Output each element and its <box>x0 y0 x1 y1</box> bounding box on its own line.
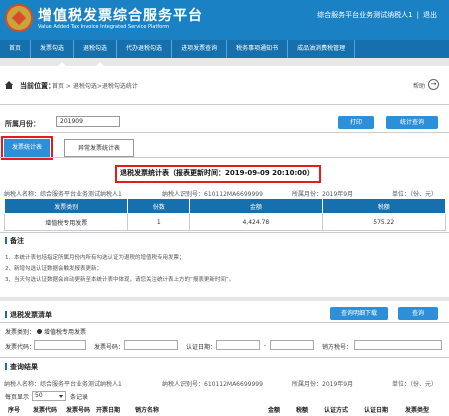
invoice-type-label: 发票类别： <box>5 329 36 336</box>
user-area: 综合服务平台业务测试纳税人1 | 退出 <box>317 11 437 19</box>
section-separator <box>0 297 449 301</box>
notes-title: 备注 <box>5 236 24 246</box>
period: 所属月份：2019年9月 <box>292 191 354 198</box>
seller-tax-label: 销方税号： <box>322 344 353 351</box>
col-header: 税额 <box>321 198 446 214</box>
month-label: 所属月份： <box>5 120 40 128</box>
month-input[interactable]: 201909 <box>56 116 120 127</box>
main-nav: 首页 发票勾选 退税勾选 代办退税勾选 进项发票查询 税务事项通知书 成品油消费… <box>0 40 449 58</box>
invoice-number-input[interactable] <box>124 340 178 350</box>
invoice-type-row: 发票类别： 增值税专用发票 <box>5 327 86 336</box>
nav-input-invoice-query[interactable]: 进项发票查询 <box>172 40 228 58</box>
divider <box>0 104 449 105</box>
table-cell: 575.22 <box>321 213 446 231</box>
breadcrumb-path: 首页 > 退税勾选>退税勾选统计 <box>52 83 138 90</box>
divider <box>0 232 449 233</box>
result-col-header: 税额 <box>296 407 309 414</box>
query-button[interactable]: 查询 <box>398 307 438 320</box>
divider <box>0 357 449 358</box>
breadcrumb-label: 当前位置： <box>20 82 55 90</box>
results-taxpayer-id: 纳税人识别号：610112MA6699999 <box>162 381 263 388</box>
user-name: 综合服务平台业务测试纳税人1 <box>317 11 413 19</box>
app-subtitle: Value Added Tax Invoice Integrated Servi… <box>38 24 170 30</box>
invoice-code-input[interactable] <box>34 340 86 350</box>
divider <box>0 132 449 133</box>
divider <box>0 157 449 158</box>
col-header: 份数 <box>127 198 191 214</box>
table-cell: 4,424.78 <box>189 213 323 231</box>
page-size-label: 每页显示 <box>5 394 30 401</box>
auth-date-start-input[interactable] <box>216 340 260 350</box>
auth-date-end-input[interactable] <box>270 340 314 350</box>
date-separator: - <box>264 342 267 349</box>
nav-refund-select[interactable]: 退税勾选 <box>74 40 118 58</box>
tax-emblem-icon <box>5 4 33 32</box>
breadcrumb: 当前位置： 首页 > 退税勾选>退税勾选统计 帮助 → <box>0 78 449 94</box>
result-col-header: 发票号码 <box>66 407 91 414</box>
list-title: 退税发票清单 <box>5 310 52 320</box>
auth-date-label: 认证日期： <box>186 344 217 351</box>
result-col-header: 序号 <box>8 407 21 414</box>
results-taxpayer-info: 纳税人名称：综合服务平台业务测试纳税人1 纳税人识别号：610112MA6699… <box>4 379 445 388</box>
taxpayer-id: 纳税人识别号：610112MA6699999 <box>162 191 263 198</box>
nav-home[interactable]: 首页 <box>0 40 32 58</box>
home-icon <box>5 81 13 89</box>
page-size-suffix: 条记录 <box>70 394 89 401</box>
table-cell: 增值税专用发票 <box>3 213 129 231</box>
download-button[interactable]: 查询明细下载 <box>330 307 388 320</box>
result-col-header: 销方名称 <box>135 407 160 414</box>
invoice-code-label: 发票代码： <box>5 344 36 351</box>
taxpayer-info: 纳税人名称：综合服务平台业务测试纳税人1 纳税人识别号：610112MA6699… <box>4 189 445 198</box>
nav-invoice-select[interactable]: 发票勾选 <box>31 40 75 58</box>
col-header: 金额 <box>189 198 323 214</box>
page-size-select[interactable]: 50 <box>32 391 66 401</box>
nav-tax-notice[interactable]: 税务事项通知书 <box>227 40 289 58</box>
logout-link[interactable]: 退出 <box>423 11 437 19</box>
invoice-number-label: 发票号码： <box>94 344 125 351</box>
stat-table: 发票类别 份数 金额 税额 增值税专用发票 1 4,424.78 575.22 <box>3 198 446 231</box>
result-col-header: 发票代码 <box>33 407 58 414</box>
seller-tax-input[interactable] <box>354 340 442 350</box>
taxpayer-name: 纳税人名称：综合服务平台业务测试纳税人1 <box>4 191 122 198</box>
help-arrow-icon[interactable]: → <box>428 79 439 90</box>
results-taxpayer-name: 纳税人名称：综合服务平台业务测试纳税人1 <box>4 381 122 388</box>
table-row: 增值税专用发票 1 4,424.78 575.22 <box>3 213 446 231</box>
results-period: 所属月份：2019年9月 <box>292 381 354 388</box>
print-button[interactable]: 打印 <box>338 116 374 129</box>
result-col-header: 金额 <box>268 407 281 414</box>
note-item: 1、本统计表包括指定所属月份内所有勾选认证为退税的增值税专用发票； <box>5 255 185 261</box>
result-col-header: 认证日期 <box>364 407 389 414</box>
nav-underline <box>0 58 449 66</box>
radio-selected-icon[interactable] <box>37 329 43 334</box>
nav-agent-refund-select[interactable]: 代办退税勾选 <box>117 40 173 58</box>
note-item: 3、当天勾选认证数据会自动更新至本统计表中体现，请您关注统计表上方的“报表更新时… <box>5 277 235 283</box>
table-cell: 1 <box>127 213 191 231</box>
stat-table-title: 退税发票统计表（报表更新时间：2019-09-09 20:10:00） <box>119 169 315 177</box>
result-col-header: 开票日期 <box>96 407 121 414</box>
col-header: 发票类别 <box>3 198 129 214</box>
help-link[interactable]: 帮助 <box>413 81 425 90</box>
stat-query-button[interactable]: 统计查询 <box>386 116 438 129</box>
results-title: 查询结果 <box>5 362 38 372</box>
divider <box>0 322 449 323</box>
invoice-type-value[interactable]: 增值税专用发票 <box>44 329 86 336</box>
note-item: 2、新增勾选认证数据会触发报表更新； <box>5 266 103 272</box>
nav-indicator <box>96 62 104 66</box>
nav-indicator <box>58 62 66 66</box>
app-header: 增值税发票综合服务平台 Value Added Tax Invoice Inte… <box>0 0 449 40</box>
unit: 单位：（份、元） <box>392 191 438 198</box>
results-unit: 单位：（份、元） <box>392 381 438 388</box>
tab-abnormal-stat[interactable]: 异常发票统计表 <box>64 139 134 157</box>
nav-refined-oil[interactable]: 成品油消费税管理 <box>288 40 356 58</box>
result-col-header: 发票类型 <box>405 407 430 414</box>
result-col-header: 认证方式 <box>324 407 349 414</box>
app-title: 增值税发票综合服务平台 <box>38 8 203 24</box>
